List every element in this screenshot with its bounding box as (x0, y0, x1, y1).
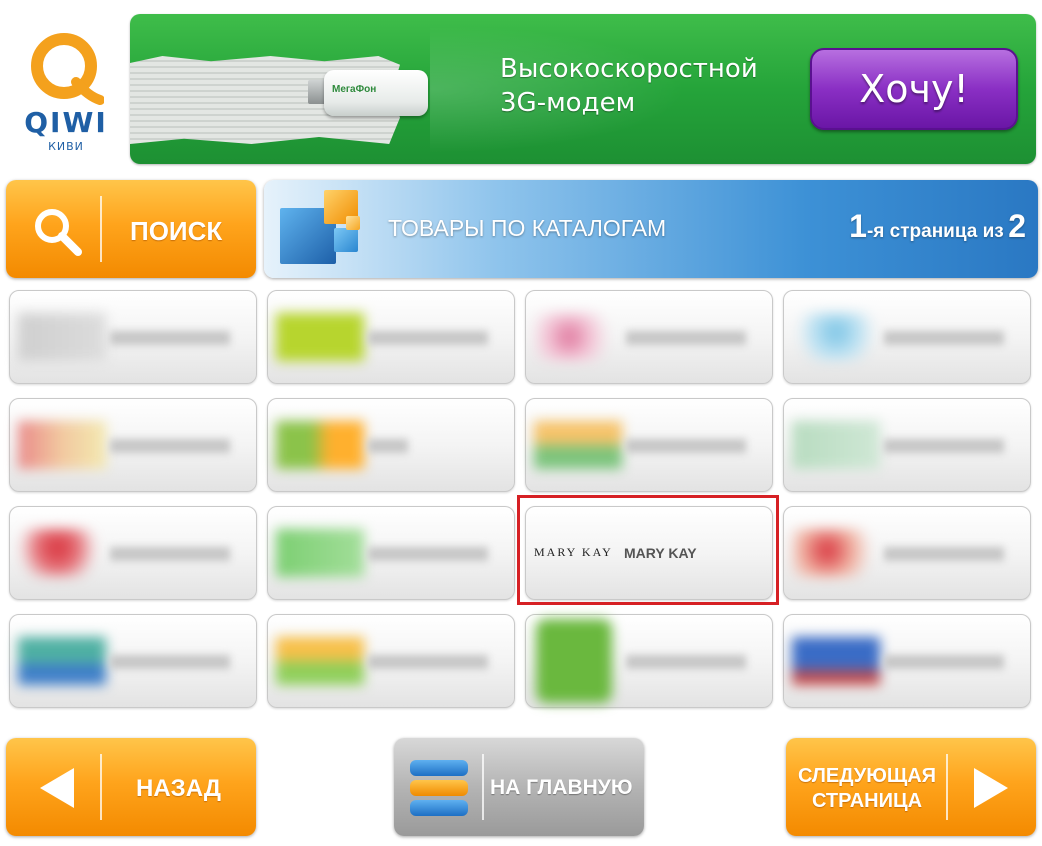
tile-logo-blurred (276, 313, 364, 361)
home-icon (410, 760, 468, 816)
home-divider (482, 754, 484, 820)
tile-text-blurred (626, 439, 746, 453)
modem-image: МегаФон (308, 62, 428, 120)
tile-text-blurred (626, 331, 746, 345)
tile-text-blurred (110, 439, 230, 453)
tile-text-blurred (110, 331, 230, 345)
catalog-tile[interactable] (267, 398, 515, 492)
search-button[interactable]: ПОИСК (6, 180, 256, 278)
tile-text-blurred (368, 547, 488, 561)
search-icon (35, 209, 82, 256)
catalog-tile[interactable] (783, 506, 1031, 600)
next-label-line1: СЛЕДУЮЩАЯ (797, 765, 937, 787)
catalog-title: ТОВАРЫ ПО КАТАЛОГАМ (388, 215, 667, 241)
catalog-tile[interactable] (267, 506, 515, 600)
tile-logo-blurred (18, 529, 106, 577)
next-label: СЛЕДУЮЩАЯ СТРАНИЦА (792, 764, 942, 814)
tile-text-blurred (110, 547, 230, 561)
catalog-tile[interactable] (9, 506, 257, 600)
catalog-tile[interactable] (267, 290, 515, 384)
left-arrow-icon (40, 768, 74, 808)
catalog-tile[interactable] (9, 614, 257, 708)
logo-title: QIWI (24, 106, 108, 139)
tile-text-blurred (884, 439, 1004, 453)
next-label-line2: СТРАНИЦА (811, 790, 923, 812)
qiwi-logo-icon (31, 33, 104, 105)
banner-headline: Высокоскоростной 3G-модем (500, 52, 800, 120)
catalog-tile[interactable] (9, 398, 257, 492)
selected-tile-highlight (517, 495, 779, 605)
catalog-tile[interactable] (525, 290, 773, 384)
catalog-tile[interactable] (783, 398, 1031, 492)
tile-logo-blurred (18, 421, 106, 469)
tile-logo-blurred (18, 637, 106, 685)
tile-text-blurred (368, 439, 408, 453)
tile-logo-blurred (536, 619, 612, 703)
tile-text-blurred (368, 655, 488, 669)
tile-logo-blurred (276, 637, 364, 685)
ad-banner[interactable]: МегаФон Высокоскоростной 3G-модем Хочу! (130, 14, 1036, 164)
modem-brand: МегаФон (332, 84, 377, 95)
banner-headline-line2: 3G-модем (500, 88, 636, 118)
search-divider (100, 196, 102, 262)
page-total: 2 (1008, 208, 1026, 244)
logo-subtitle: КИВИ (48, 140, 84, 153)
back-button[interactable]: НАЗАД (6, 738, 256, 836)
catalog-header: ТОВАРЫ ПО КАТАЛОГАМ 1-я страница из 2 (264, 180, 1038, 278)
catalog-tile[interactable] (525, 614, 773, 708)
tile-logo-blurred (534, 421, 622, 469)
qiwi-logo: QIWI КИВИ (18, 30, 114, 160)
tile-text-blurred (110, 655, 230, 669)
page-current: 1 (849, 208, 867, 244)
tile-text-blurred (884, 331, 1004, 345)
tile-logo-blurred (18, 313, 106, 361)
tile-logo-blurred (276, 529, 364, 577)
tile-text-blurred (368, 331, 488, 345)
next-divider (946, 754, 948, 820)
home-button[interactable]: НА ГЛАВНУЮ (394, 738, 644, 836)
tile-logo-blurred (792, 421, 880, 469)
tile-logo-blurred (792, 529, 880, 577)
page-counter: 1-я страница из 2 (849, 208, 1026, 245)
tile-logo-blurred (792, 637, 880, 685)
right-arrow-icon (974, 768, 1008, 808)
tile-text-blurred (626, 655, 746, 669)
next-page-button[interactable]: СЛЕДУЮЩАЯ СТРАНИЦА (786, 738, 1036, 836)
catalog-tile[interactable] (267, 614, 515, 708)
banner-headline-line1: Высокоскоростной (500, 54, 758, 84)
catalog-tile[interactable] (9, 290, 257, 384)
catalog-cubes-icon (276, 186, 376, 272)
tile-logo-blurred (792, 313, 880, 361)
tile-text-blurred (884, 547, 1004, 561)
tile-logo-blurred (534, 313, 622, 361)
page-suffix: -я страница из (866, 221, 1004, 242)
back-label: НАЗАД (136, 775, 222, 802)
catalog-tile[interactable] (525, 398, 773, 492)
catalog-tile[interactable] (783, 290, 1031, 384)
tile-text-blurred (884, 655, 1004, 669)
search-label: ПОИСК (130, 216, 223, 246)
back-divider (100, 754, 102, 820)
catalog-tile[interactable] (783, 614, 1031, 708)
tile-logo-blurred (276, 421, 364, 469)
want-button[interactable]: Хочу! (810, 48, 1018, 130)
home-label: НА ГЛАВНУЮ (490, 776, 633, 799)
